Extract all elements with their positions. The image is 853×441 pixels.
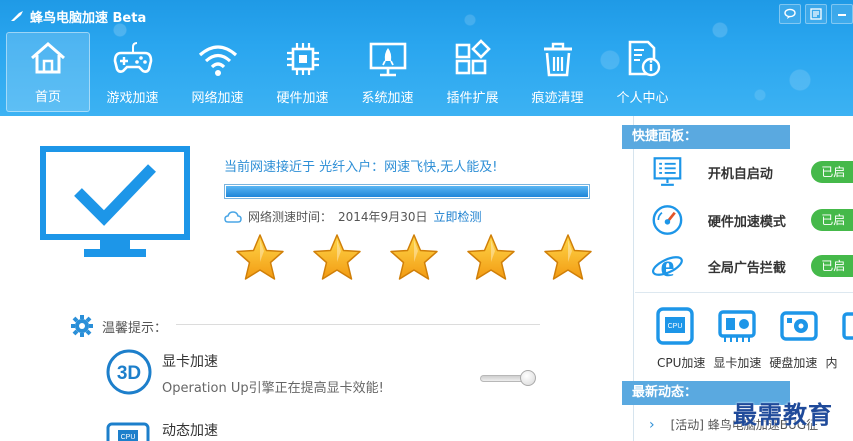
status-badge[interactable]: 已启	[811, 161, 853, 183]
nav-item-plugins[interactable]: 插件扩展	[430, 32, 515, 112]
speed-status-text: 当前网速接近于 光纤入户：网速飞快,无人能及!	[224, 160, 498, 175]
gpu-icon[interactable]	[717, 306, 757, 346]
tip-text: 显卡加速 Operation Up引擎正在提高显卡效能!	[162, 349, 384, 396]
tip-title: 动态加速	[162, 423, 218, 439]
quick-item-adblock[interactable]: e 全局广告拦截 已启	[651, 248, 853, 284]
tool-icons-row: CPU	[655, 306, 853, 346]
memory-icon[interactable]	[841, 306, 853, 346]
nav-label: 首页	[34, 90, 61, 105]
quick-panel-title: 快捷面板：	[622, 125, 790, 149]
minimize-icon	[838, 14, 846, 16]
header: 蜂鸟电脑加速 Beta 首页 游戏加速 网络加速 硬件加速 系统加速 插件扩展 …	[0, 0, 853, 116]
gauge-icon	[652, 205, 683, 235]
nav-label: 游戏加速	[106, 91, 159, 106]
tip-item-gpu: 3D 显卡加速 Operation Up引擎正在提高显卡效能!	[106, 349, 384, 396]
nav-item-cleanup[interactable]: 痕迹清理	[515, 32, 600, 112]
feedback-icon	[784, 8, 796, 19]
menu-button[interactable]	[805, 4, 827, 24]
tips-label: 温馨提示：	[102, 320, 168, 336]
nav-item-profile[interactable]: 个人中心	[600, 32, 685, 112]
tool-label[interactable]: 显卡加速	[713, 354, 761, 371]
monitor-check-icon	[40, 146, 190, 257]
star-icon	[390, 234, 438, 280]
cpu-chip-icon[interactable]: CPU	[655, 306, 695, 346]
nav-item-game[interactable]: 游戏加速	[90, 32, 175, 112]
nav-label: 插件扩展	[446, 91, 499, 106]
svg-text:e: e	[661, 248, 675, 283]
slider-knob[interactable]	[520, 370, 536, 386]
tip-text: 动态加速	[162, 418, 218, 440]
main-panel: 当前网速接近于 光纤入户：网速飞快,无人能及! 网络测速时间： 2014年9月3…	[0, 116, 634, 441]
nav-label: 网络加速	[191, 91, 244, 106]
speed-test-row: 网络测速时间： 2014年9月30日 立即检测	[224, 208, 481, 225]
tip-item-dynamic: CPU 动态加速	[106, 418, 218, 441]
nav-label: 痕迹清理	[531, 91, 584, 106]
rocket-monitor-icon	[369, 42, 406, 77]
trash-icon	[543, 42, 572, 77]
wifi-icon	[198, 45, 237, 76]
minimize-button[interactable]	[831, 4, 853, 24]
test-now-link[interactable]: 立即检测	[433, 208, 481, 225]
chip-icon	[286, 43, 319, 75]
profile-icon	[628, 40, 660, 77]
3d-icon: 3D	[106, 349, 152, 395]
window-controls	[779, 4, 853, 24]
home-icon	[31, 42, 65, 74]
plugin-icon	[455, 39, 491, 75]
nav-label: 系统加速	[361, 91, 414, 106]
side-divider	[635, 292, 853, 293]
gamepad-icon	[113, 42, 152, 73]
nav-item-network[interactable]: 网络加速	[175, 32, 260, 112]
gpu-toggle-slider[interactable]	[480, 370, 536, 386]
side-panel: 快捷面板： 开机自启动 已启 硬件加速模式 已启 e 全局广告拦截 已启 CPU…	[622, 116, 853, 441]
svg-text:CPU: CPU	[121, 434, 136, 441]
quick-item-label: 硬件加速模式	[707, 214, 786, 230]
rating-stars	[234, 232, 594, 284]
test-time-value: 2014年9月30日	[338, 210, 428, 224]
watermark-text: 最需教育	[733, 400, 833, 429]
nav-label: 个人中心	[616, 91, 669, 106]
star-icon	[544, 234, 592, 280]
ie-icon: e	[652, 248, 683, 283]
star-icon	[313, 234, 361, 280]
nav-item-hardware[interactable]: 硬件加速	[260, 32, 345, 112]
quick-item-startup[interactable]: 开机自启动 已启	[651, 154, 853, 190]
star-icon	[467, 234, 515, 280]
disk-icon[interactable]	[779, 306, 819, 346]
nav-item-system[interactable]: 系统加速	[345, 32, 430, 112]
chevron-right-icon: ›	[649, 416, 655, 433]
nav-label: 硬件加速	[276, 91, 329, 106]
tip-desc: Operation Up引擎正在提高显卡效能!	[162, 381, 384, 396]
title-bar: 蜂鸟电脑加速 Beta	[10, 4, 146, 28]
progress-fill	[226, 186, 588, 197]
hummingbird-logo-icon	[11, 11, 23, 21]
tip-title: 显卡加速	[162, 354, 218, 370]
menu-icon	[810, 8, 822, 20]
startup-icon	[653, 157, 682, 186]
svg-text:3D: 3D	[117, 363, 141, 384]
quick-item-label: 全局广告拦截	[707, 260, 786, 276]
star-icon	[236, 234, 284, 280]
cloud-icon	[224, 210, 242, 223]
feedback-button[interactable]	[779, 4, 801, 24]
main-nav: 首页 游戏加速 网络加速 硬件加速 系统加速 插件扩展 痕迹清理 个人中心	[6, 32, 685, 112]
status-badge[interactable]: 已启	[811, 209, 853, 231]
quick-item-label: 开机自启动	[707, 166, 773, 182]
app-title: 蜂鸟电脑加速 Beta	[30, 10, 147, 26]
nav-item-home[interactable]: 首页	[6, 32, 90, 112]
svg-text:CPU: CPU	[668, 323, 683, 330]
quick-item-hw-accel[interactable]: 硬件加速模式 已启	[651, 202, 853, 238]
tool-labels-row: CPU加速 显卡加速 硬盘加速 内	[657, 354, 837, 371]
speed-progress-bar	[224, 184, 590, 199]
tool-label[interactable]: 内	[825, 354, 837, 371]
status-badge[interactable]: 已启	[811, 255, 853, 277]
tips-divider	[176, 324, 540, 325]
cpu-icon: CPU	[106, 422, 150, 441]
tool-label[interactable]: 硬盘加速	[769, 354, 817, 371]
tips-header: 温馨提示：	[70, 314, 167, 338]
gear-icon	[71, 315, 93, 337]
tool-label[interactable]: CPU加速	[657, 354, 705, 371]
test-time-label: 网络测速时间：	[248, 210, 333, 224]
